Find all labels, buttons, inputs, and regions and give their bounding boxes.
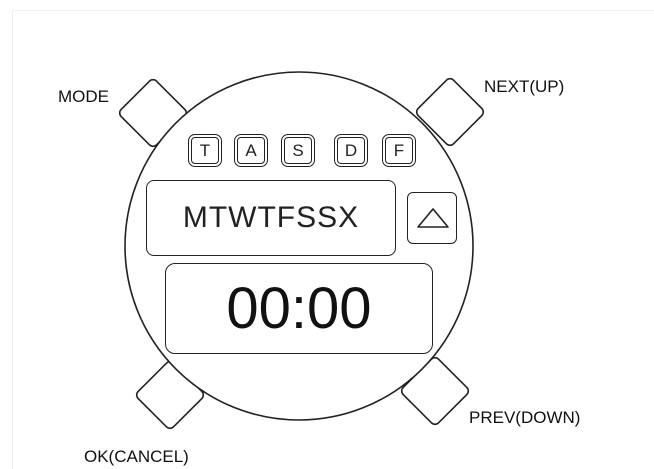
indicator-t: T <box>188 134 222 167</box>
triangle-up-icon <box>417 208 449 228</box>
watch-diagram: MODE NEXT(UP) OK(CANCEL) PREV(DOWN) T A … <box>0 0 654 469</box>
time-display: 00:00 <box>165 263 433 354</box>
next-up-label: NEXT(UP) <box>484 77 565 96</box>
indicator-s: S <box>281 134 315 167</box>
ok-cancel-label: OK(CANCEL) <box>84 447 189 466</box>
up-key <box>407 192 457 244</box>
indicator-f: F <box>382 134 416 167</box>
indicator-d: D <box>334 134 368 167</box>
weekday-display: MTWTFSSX <box>146 180 396 256</box>
indicator-a: A <box>234 134 268 167</box>
prev-down-label: PREV(DOWN) <box>469 408 581 427</box>
mode-label: MODE <box>58 87 109 106</box>
